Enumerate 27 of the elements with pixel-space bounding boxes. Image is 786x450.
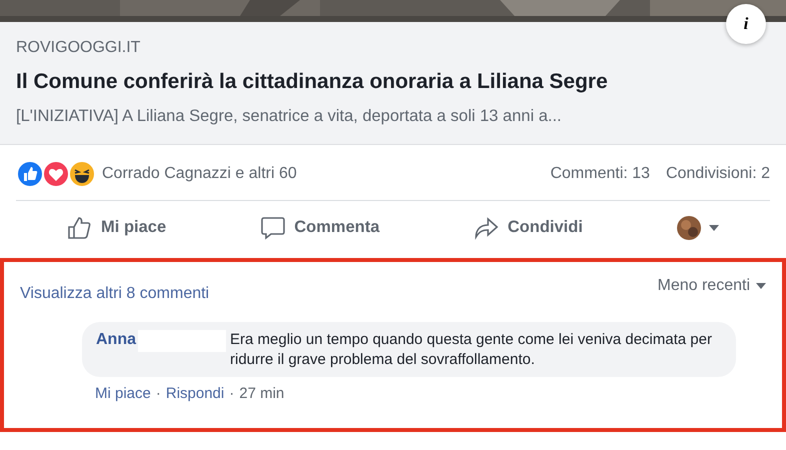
- comments-count[interactable]: Commenti: 13: [550, 162, 650, 186]
- like-reaction-icon: [16, 160, 44, 188]
- comment-author[interactable]: Anna: [96, 330, 136, 351]
- shares-count[interactable]: Condivisioni: 2: [666, 162, 770, 186]
- thumbs-up-icon: [67, 216, 94, 240]
- comment-action-link[interactable]: Mi piace: [95, 383, 151, 406]
- reactions-summary[interactable]: Corrado Cagnazzi e altri 60: [102, 162, 297, 186]
- comment-action-link[interactable]: Rispondi: [166, 383, 224, 406]
- sort-dropdown[interactable]: Meno recenti: [658, 274, 766, 298]
- laughing-reaction-icon: [68, 160, 96, 188]
- link-description: [L'INIZIATIVA] A Liliana Segre, senatrice a vita, deportata a soli 13 anni a...: [16, 106, 563, 126]
- avatar-icon: [676, 216, 701, 240]
- more-comments-link[interactable]: Visualizza altri 8 commenti: [20, 282, 210, 306]
- share-button[interactable]: Condividi: [466, 211, 591, 244]
- like-button[interactable]: Mi piace: [59, 211, 174, 244]
- comment-time: 27 min: [239, 384, 284, 404]
- share-arrow-icon: [474, 216, 500, 240]
- separator-dot: ·: [156, 384, 161, 404]
- link-domain: ROVIGOOGGI.IT: [16, 38, 142, 58]
- caret-icon: [708, 224, 719, 231]
- link-title[interactable]: Il Comune conferirà la cittadinanza onoraria a Liliana Segre: [16, 66, 770, 98]
- comment-text: Era meglio un tempo quando questa gente come lei veniva decimata per ridurre il grave problema del sovraffollamento.: [230, 330, 713, 369]
- caret-icon: [756, 283, 766, 289]
- comment-button[interactable]: Commenta: [252, 211, 388, 244]
- speech-bubble-icon: [260, 216, 286, 240]
- separator-dot: ·: [229, 384, 234, 404]
- heart-reaction-icon: [42, 160, 70, 188]
